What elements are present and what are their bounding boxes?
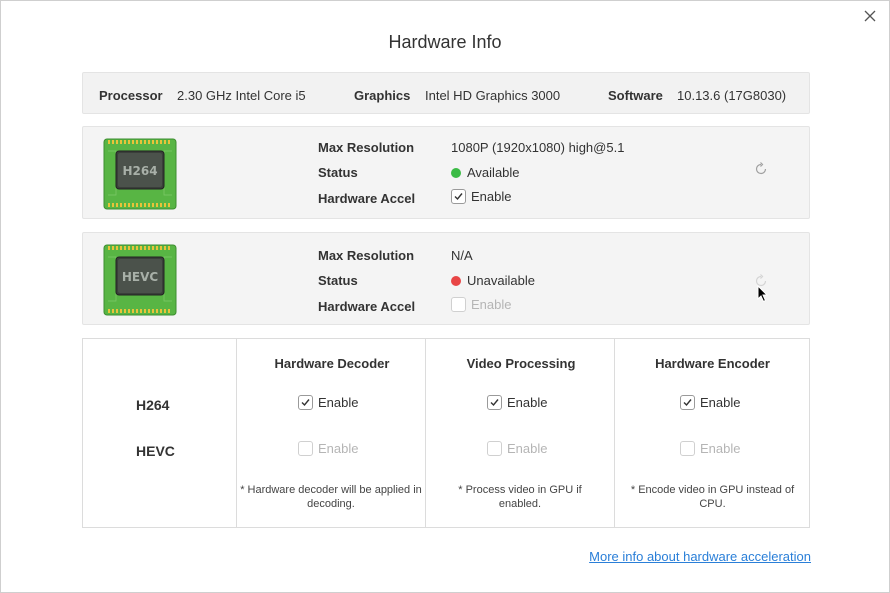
checkbox-box [680, 441, 695, 456]
hevc-max-resolution-label: Max Resolution [318, 248, 415, 263]
hevc-accel-option: Enable [471, 297, 512, 312]
header-hardware-encoder: Hardware Encoder [655, 356, 770, 371]
h264-status: Available [451, 165, 520, 180]
status-unavailable-icon [451, 275, 461, 286]
h264-status-value: Available [467, 165, 520, 180]
row-label-h264: H264 [136, 397, 170, 413]
codec-panel-hevc: HEVC Max Resolution N/A Status Unavailab… [82, 232, 810, 325]
svg-text:HEVC: HEVC [122, 270, 159, 284]
header-hardware-decoder: Hardware Decoder [274, 356, 390, 371]
hevc-hardware-accel-label: Hardware Accel [318, 299, 416, 314]
hevc-accel-checkbox[interactable]: Enable [451, 297, 511, 312]
processor-label: Processor [99, 88, 163, 103]
h264-max-resolution-label: Max Resolution [318, 140, 415, 155]
svg-text:H264: H264 [122, 164, 157, 178]
checkbox-box [451, 189, 466, 204]
close-icon [864, 10, 876, 22]
column-video-processing: Video Processing Enable Enable * Process… [425, 339, 615, 527]
hevc-decoder-checkbox[interactable]: Enable [298, 441, 358, 456]
h264-hardware-accel: Enable [451, 189, 511, 204]
processor-value: 2.30 GHz Intel Core i5 [177, 88, 306, 103]
hardware-info-dialog: Hardware Info Processor 2.30 GHz Intel C… [0, 0, 890, 593]
decoder-note: * Hardware decoder will be applied in de… [240, 484, 422, 510]
h264-decoder-checkbox[interactable]: Enable [298, 395, 358, 410]
checkbox-box [298, 441, 313, 456]
hevc-encoder-checkbox[interactable]: Enable [680, 441, 740, 456]
h264-chip-icon: H264 [103, 138, 177, 210]
hevc-status-value: Unavailable [467, 273, 535, 288]
software-value: 10.13.6 (17G8030) [677, 88, 787, 103]
h264-hardware-accel-label: Hardware Accel [318, 191, 416, 206]
dialog-title: Hardware Info [388, 32, 502, 52]
system-info-bar: Processor 2.30 GHz Intel Core i5 Graphic… [82, 72, 810, 114]
more-info-link[interactable]: More info about hardware acceleration [589, 549, 811, 564]
checkbox-label: Enable [507, 441, 548, 456]
graphics-value: Intel HD Graphics 3000 [425, 88, 561, 103]
column-hardware-encoder: Hardware Encoder Enable Enable * Encode … [614, 339, 809, 527]
checkbox-label: Enable [700, 441, 741, 456]
hevc-status: Unavailable [451, 273, 535, 288]
hevc-max-resolution-value: N/A [451, 248, 473, 263]
refresh-icon [755, 162, 767, 175]
checkmark-icon [683, 399, 692, 407]
h264-status-label: Status [318, 165, 358, 180]
hevc-status-label: Status [318, 273, 358, 288]
checkbox-label: Enable [318, 441, 359, 456]
checkbox-box [680, 395, 695, 410]
h264-max-resolution-value: 1080P (1920x1080) high@5.1 [451, 140, 625, 155]
checkmark-icon [454, 193, 463, 201]
checkbox-label: Enable [507, 395, 548, 410]
h264-encoder-checkbox[interactable]: Enable [680, 395, 740, 410]
checkbox-box [298, 395, 313, 410]
checkbox-label: Enable [700, 395, 741, 410]
h264-accel-checkbox[interactable]: Enable [451, 189, 511, 204]
hevc-chip-icon: HEVC [103, 244, 177, 316]
hevc-processing-checkbox[interactable]: Enable [487, 441, 547, 456]
encoder-note: * Encode video in GPU instead of CPU. [630, 484, 795, 510]
h264-processing-checkbox[interactable]: Enable [487, 395, 547, 410]
h264-accel-option: Enable [471, 189, 512, 204]
h264-refresh-button[interactable] [753, 161, 769, 177]
graphics-label: Graphics [354, 88, 411, 103]
header-video-processing: Video Processing [466, 356, 576, 371]
row-label-hevc: HEVC [136, 443, 175, 459]
checkbox-box [487, 395, 502, 410]
hevc-hardware-accel: Enable [451, 297, 511, 312]
software-label: Software [608, 88, 663, 103]
status-available-icon [451, 167, 461, 178]
checkmark-icon [490, 399, 499, 407]
checkbox-box [487, 441, 502, 456]
processing-note: * Process video in GPU if enabled. [458, 484, 582, 510]
checkbox-box [451, 297, 466, 312]
capability-matrix: Hardware Decoder Enable Enable * Hardwar… [82, 338, 810, 528]
column-hardware-decoder: Hardware Decoder Enable Enable * Hardwar… [236, 339, 426, 527]
close-button[interactable] [861, 7, 879, 25]
codec-panel-h264: H264 Max Resolution 1080P (1920x1080) hi… [82, 126, 810, 219]
checkmark-icon [301, 399, 310, 407]
mouse-pointer-icon [757, 285, 769, 303]
checkbox-label: Enable [318, 395, 359, 410]
